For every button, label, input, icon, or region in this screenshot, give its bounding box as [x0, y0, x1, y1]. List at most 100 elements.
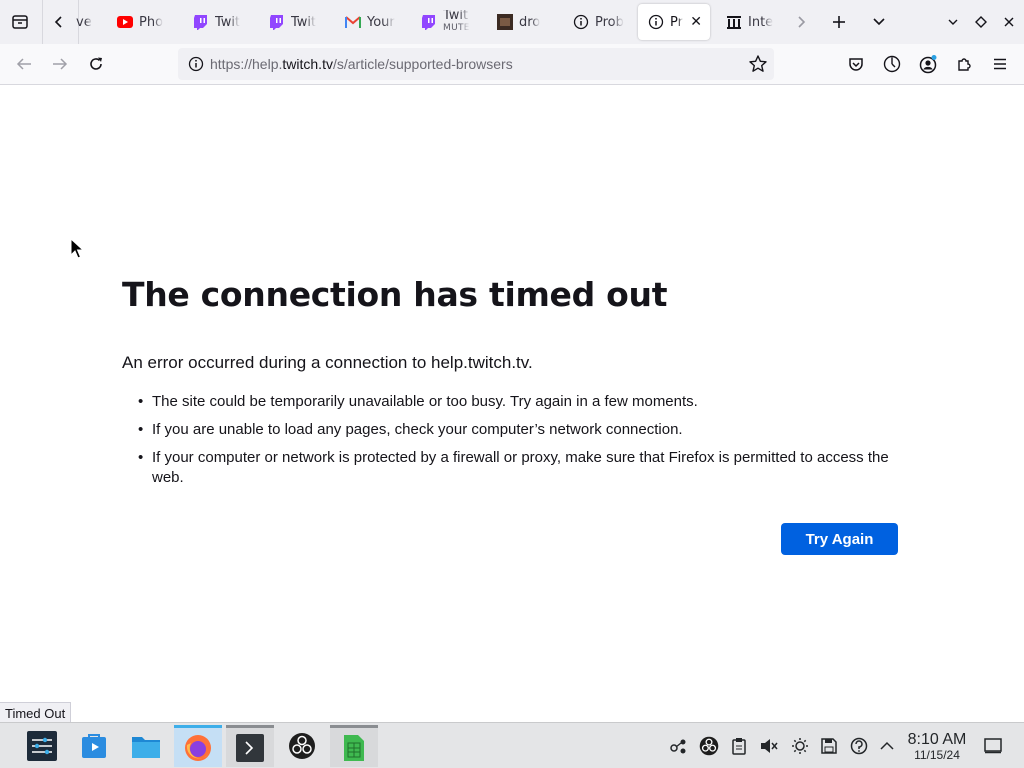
- puzzle-icon: [958, 58, 971, 71]
- clock-time: 8:10 AM: [907, 731, 967, 748]
- scroll-tabs-right-button[interactable]: [786, 4, 816, 40]
- error-description: An error occurred during a connection to…: [122, 353, 533, 372]
- mouse-pointer-icon: [70, 238, 84, 259]
- network-icon[interactable]: [848, 735, 870, 757]
- discover-app-button[interactable]: [70, 725, 118, 767]
- firefox-view-button[interactable]: [2, 4, 38, 40]
- tab[interactable]: Prob: [563, 4, 629, 40]
- obs-icon: [289, 733, 315, 759]
- url-text[interactable]: https://help.twitch.tv/s/article/support…: [210, 56, 513, 72]
- tab-label: ve: [76, 14, 92, 30]
- arrow-left-icon: [16, 58, 31, 70]
- site-info-icon[interactable]: [182, 56, 210, 72]
- close-window-button[interactable]: [992, 4, 1024, 40]
- brightness-icon[interactable]: [789, 735, 811, 757]
- url-prefix: https://help.: [210, 56, 283, 72]
- folder-icon: [132, 737, 160, 758]
- url-path: /s/article/supported-browsers: [332, 56, 513, 72]
- obs-taskbar-button[interactable]: [278, 725, 326, 767]
- tab[interactable]: Twit: [183, 4, 245, 40]
- firefox-icon: [185, 734, 211, 761]
- spreadsheet-taskbar-button[interactable]: [330, 725, 378, 767]
- save-disk-icon[interactable]: [818, 735, 840, 757]
- launcher-icon: [27, 731, 57, 761]
- terminal-taskbar-button[interactable]: [226, 725, 274, 767]
- new-tab-button[interactable]: [821, 4, 857, 40]
- minimize-icon: [948, 19, 958, 25]
- address-bar[interactable]: https://help.twitch.tv/s/article/support…: [178, 48, 774, 80]
- tab-active[interactable]: Pr ✕: [638, 4, 710, 40]
- tab-strip: ve Pho Twit Twit Your Twit MUTE dro Prob…: [0, 0, 1024, 44]
- chevron-right-icon: [798, 16, 806, 28]
- error-suggestions: The site could be temporarily unavailabl…: [138, 392, 892, 496]
- info-icon: [573, 14, 589, 30]
- close-tab-icon[interactable]: ✕: [690, 14, 702, 30]
- spreadsheet-icon: [344, 734, 364, 761]
- hamburger-menu-icon: [994, 58, 1006, 70]
- clock[interactable]: 8:10 AM 11/15/24: [900, 731, 974, 762]
- bookmark-star-icon[interactable]: [748, 54, 768, 74]
- firefox-taskbar-button[interactable]: [174, 725, 222, 767]
- tab-label: dro: [519, 14, 541, 30]
- back-button[interactable]: [8, 48, 40, 80]
- tab[interactable]: dro: [487, 4, 549, 40]
- tab-label: Twit: [443, 10, 469, 22]
- kde-connect-icon[interactable]: [668, 735, 690, 757]
- pocket-button[interactable]: [840, 48, 872, 80]
- chevron-left-icon: [54, 16, 62, 28]
- extensions-button[interactable]: [948, 48, 980, 80]
- tab-label: Twit: [215, 14, 241, 30]
- reload-button[interactable]: [80, 48, 112, 80]
- menu-button[interactable]: [984, 48, 1016, 80]
- obs-tray-icon[interactable]: [698, 735, 720, 757]
- file-manager-button[interactable]: [122, 725, 170, 767]
- tab-label: Pho: [139, 14, 164, 30]
- try-again-button[interactable]: Try Again: [781, 523, 898, 555]
- status-text: Timed Out: [0, 702, 72, 724]
- close-icon: [1004, 17, 1014, 27]
- tab-label: Your: [367, 14, 395, 30]
- list-item: If your computer or network is protected…: [138, 448, 892, 488]
- tab-label: Twit: [291, 14, 317, 30]
- twitch-icon: [269, 14, 285, 30]
- youtube-icon: [117, 14, 133, 30]
- taskbar: 8:10 AM 11/15/24: [0, 722, 1024, 768]
- show-hidden-icons-button[interactable]: [876, 735, 898, 757]
- url-domain: twitch.tv: [282, 56, 333, 72]
- error-title: The connection has timed out: [122, 275, 668, 314]
- account-button[interactable]: [912, 48, 944, 80]
- volume-muted-icon[interactable]: [758, 735, 780, 757]
- tab-sublabel: MUTE: [443, 23, 470, 33]
- list-all-tabs-button[interactable]: [861, 4, 897, 40]
- clock-date: 11/15/24: [914, 748, 960, 762]
- image-icon: [497, 14, 513, 30]
- tab-label: Prob: [595, 14, 624, 30]
- reload-icon: [90, 57, 102, 70]
- list-item: The site could be temporarily unavailabl…: [138, 392, 892, 412]
- info-icon: [648, 14, 664, 30]
- twitch-icon: [193, 14, 209, 30]
- twitch-icon: [421, 14, 437, 30]
- application-launcher-button[interactable]: [18, 725, 66, 767]
- tab-label: Inte: [748, 14, 774, 30]
- tab[interactable]: Inte: [716, 4, 778, 40]
- tab[interactable]: Twit MUTE: [411, 4, 477, 40]
- sync-icon: [883, 55, 901, 73]
- tab-label: Pr: [670, 14, 683, 30]
- sync-button[interactable]: [876, 48, 908, 80]
- pocket-icon: [849, 58, 863, 71]
- maximize-icon: [975, 16, 987, 28]
- desktop-icon: [984, 738, 1002, 754]
- clipboard-icon[interactable]: [728, 735, 750, 757]
- forward-button[interactable]: [44, 48, 76, 80]
- tab[interactable]: ve: [66, 4, 102, 40]
- tab[interactable]: Your: [335, 4, 397, 40]
- chevron-down-icon: [873, 18, 885, 26]
- tab[interactable]: Pho: [107, 4, 169, 40]
- show-desktop-button[interactable]: [982, 735, 1004, 757]
- plus-icon: [833, 16, 845, 28]
- discover-icon: [82, 734, 106, 758]
- tab-label-group: Twit MUTE: [443, 10, 470, 34]
- account-icon: [919, 55, 937, 74]
- tab[interactable]: Twit: [259, 4, 321, 40]
